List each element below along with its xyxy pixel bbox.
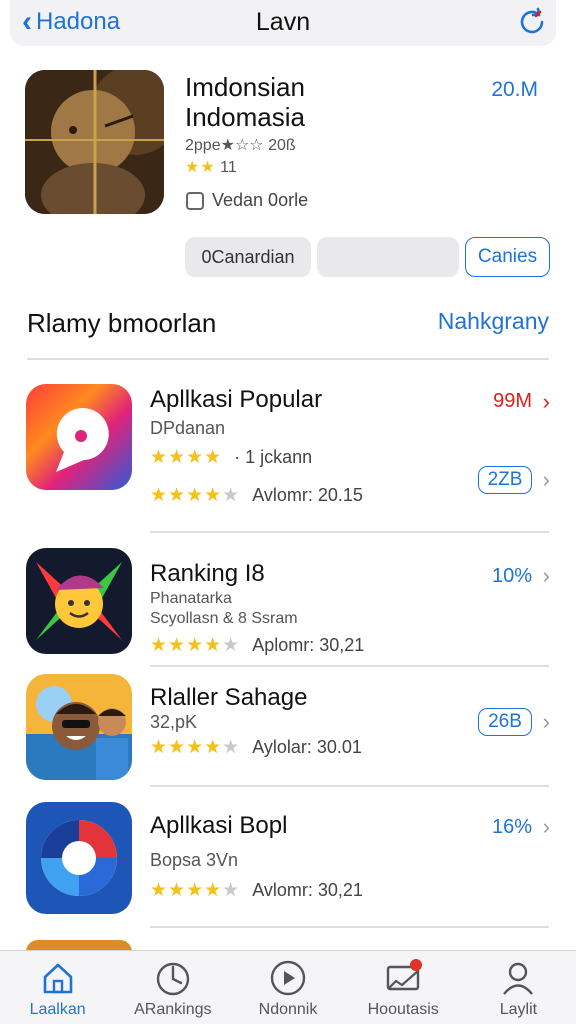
tab-label: Hooutasis [367,1001,439,1018]
tab-profile[interactable]: Laylit [461,951,576,1024]
divider [150,665,549,667]
chevron-right-icon[interactable]: › [543,467,550,493]
app-icon [26,548,132,654]
tab-home[interactable]: Laalkan [0,951,115,1024]
tab-play[interactable]: Ndonnik [230,951,345,1024]
chevron-right-icon[interactable]: › [543,389,550,415]
tab-rankings[interactable]: ARankings [115,951,230,1024]
page-title: Lavn [255,8,311,36]
list-item-rating: ★★★★ · 1 jckann [150,447,313,468]
refresh-icon[interactable] [516,6,548,38]
developer-link[interactable]: Vedan 0orle [186,190,308,211]
tab-notifications[interactable]: Hooutasis [346,951,461,1024]
chevron-right-icon[interactable]: › [543,709,550,735]
rankings-icon [156,962,189,996]
divider [150,926,549,928]
app-icon [26,674,132,780]
list-item-rating: ★★★★★ Avlomr: 30,21 [150,880,363,901]
list-item-subtitle: Bopsa 3Vn [150,850,239,870]
chevron-right-icon[interactable]: › [543,563,550,589]
list-item-value: 10% [491,565,532,587]
app-rating: ★★ 11 [185,159,237,176]
rating-stars-icon: ★★★★ [150,447,223,468]
top-nav-bar: ‹ Hadona Lavn [10,0,556,46]
divider [27,358,549,360]
primary-action-button[interactable]: 0Canardian [185,237,311,277]
section-link[interactable]: Nahkgrany [438,308,549,335]
tab-label: Laylit [499,1001,538,1018]
list-item-title: Apllkasi Popular [150,386,323,413]
app-name: Imdonsian Indomasia [185,72,305,132]
tab-label: Laalkan [29,1001,86,1018]
developer-icon [186,191,204,210]
list-item-subtitle: DPdanan [150,418,226,438]
app-icon [26,384,132,490]
list-item-pill[interactable]: 26B [478,708,532,736]
secondary-action-button[interactable] [317,237,459,277]
rating-stars-icon: ★★★★★ [150,880,241,901]
tab-label: Ndonnik [258,1001,318,1018]
list-item-title: Rlaller Sahage [150,684,308,711]
home-icon [43,963,72,994]
list-item-title: Ranking I8 [150,560,265,587]
rating-stars-icon: ★★★★★ [150,635,241,656]
rating-stars-icon: ★★ [185,159,216,176]
cancel-button[interactable]: Canies [465,237,550,277]
divider [150,785,549,787]
list-item-pill[interactable]: 2ZB [478,466,532,494]
app-meta: 2ppe★☆☆ 20ß [185,137,296,154]
list-item-subtitle: Phanatarka [150,590,232,607]
profile-icon [503,962,534,995]
tab-label: ARankings [134,1001,212,1018]
list-item-rating: ★★★★★ Aylolar: 30.01 [150,737,362,758]
app-icon [25,70,164,214]
divider [150,531,549,533]
chevron-right-icon[interactable]: › [543,814,550,840]
play-icon [270,960,306,996]
list-item-title: Apllkasi Bopl [150,812,288,839]
list-item-subtitle: Scyollasn & 8 Ssram [150,610,298,627]
rating-stars-icon: ★★★★★ [150,737,241,758]
list-item-value: 99M [493,390,532,412]
app-size: 20.M [491,78,538,101]
notification-badge [409,959,422,971]
app-icon [26,802,132,914]
tab-bar: Laalkan ARankings Ndonnik Hooutasis Layl… [0,950,576,1024]
list-item-rating: ★★★★★ Aplomr: 30,21 [150,635,365,656]
list-item-rating: ★★★★★ Avlomr: 20.15 [150,485,363,506]
section-title: Rlamy bmoorlan [27,308,217,338]
list-item-subtitle: 32,pK [150,712,198,732]
rating-stars-icon: ★★★★★ [150,485,241,506]
list-item-value: 16% [491,816,532,838]
